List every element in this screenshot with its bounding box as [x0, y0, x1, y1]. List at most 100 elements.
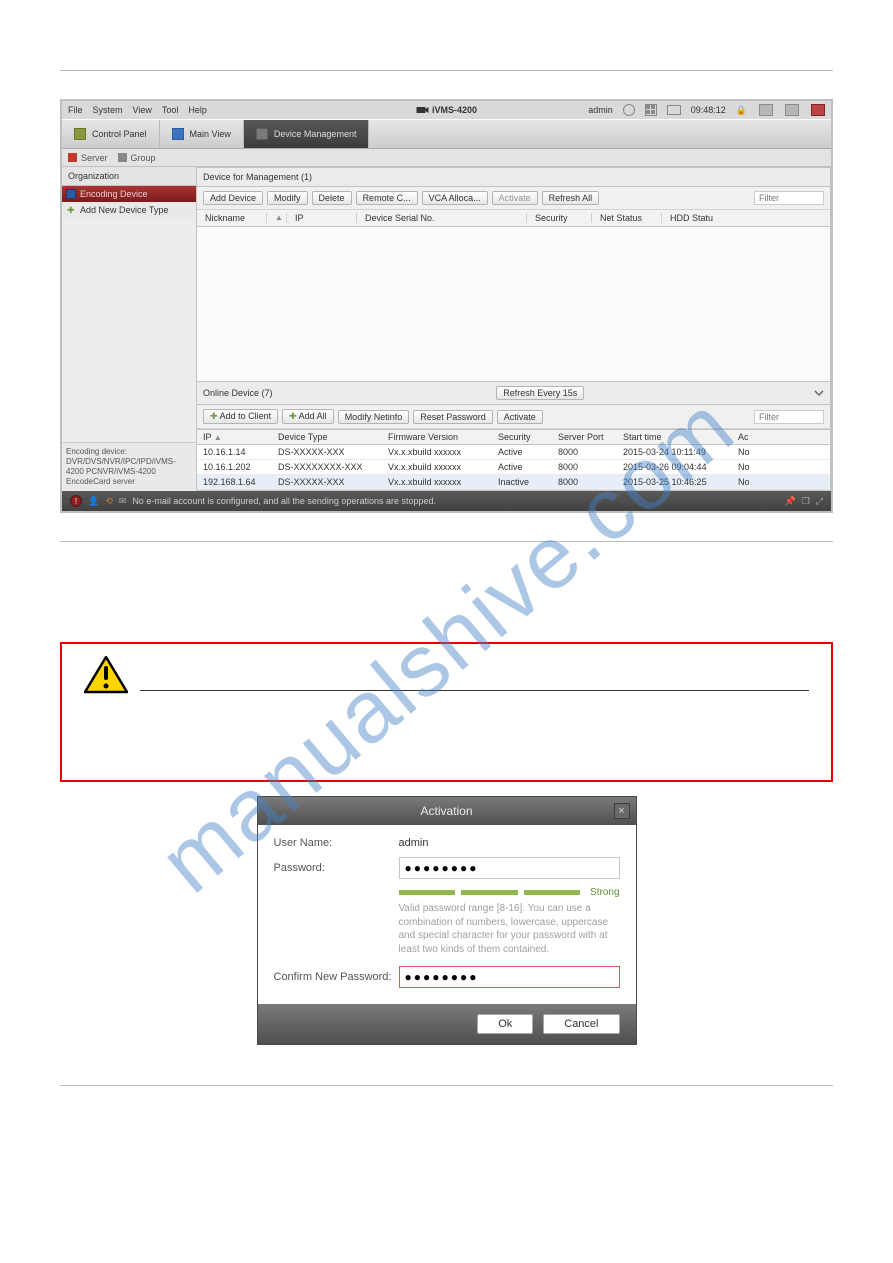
window-icon[interactable]: ❐ — [802, 496, 810, 507]
grid-icon[interactable] — [645, 104, 657, 116]
col-starttime[interactable]: Start time — [617, 430, 732, 445]
cancel-button[interactable]: Cancel — [543, 1014, 619, 1034]
password-input[interactable] — [399, 857, 620, 879]
strength-bar-1 — [399, 890, 456, 895]
sidebar-item-add-new-type[interactable]: ✚ Add New Device Type — [62, 202, 196, 218]
reset-password-button[interactable]: Reset Password — [413, 410, 493, 424]
cell-fw: Vx.x.xbuild xxxxxx — [382, 475, 492, 490]
cell-start: 2015-03-26 09:04:44 — [617, 460, 732, 475]
filter-input-top[interactable] — [754, 191, 824, 205]
refresh-15s-button[interactable]: Refresh Every 15s — [496, 386, 584, 400]
col-hddstatus[interactable]: HDD Statu — [662, 213, 830, 223]
control-panel-icon — [74, 128, 86, 140]
col-ip[interactable]: IP — [287, 213, 357, 223]
pin-icon[interactable]: 📌 — [785, 496, 796, 507]
remote-config-button[interactable]: Remote C... — [356, 191, 418, 205]
menu-view[interactable]: View — [133, 105, 152, 115]
ok-button[interactable]: Ok — [477, 1014, 533, 1034]
delete-button[interactable]: Delete — [312, 191, 352, 205]
collapse-icon[interactable] — [814, 388, 824, 398]
close-button[interactable]: × — [614, 803, 630, 819]
lock-icon[interactable]: 🔒 — [736, 105, 747, 116]
activation-footer: Ok Cancel — [258, 1004, 636, 1044]
subtab-server[interactable]: Server — [68, 153, 108, 163]
bottom-rule — [60, 1085, 833, 1086]
activate-button-top[interactable]: Activate — [492, 191, 538, 205]
cell-ac: No — [732, 445, 830, 460]
table-row[interactable]: 10.16.1.202 DS-XXXXXXXX-XXX Vx.x.xbuild … — [197, 460, 830, 475]
mail-icon[interactable]: ✉ — [119, 496, 127, 507]
human-icon[interactable]: 👤 — [88, 496, 99, 507]
col-serverport[interactable]: Server Port — [552, 430, 617, 445]
keyboard-icon[interactable] — [667, 105, 681, 115]
management-toolbar: Add Device Modify Delete Remote C... VCA… — [197, 187, 830, 210]
subtab-group[interactable]: Group — [118, 153, 156, 163]
strength-bar-2 — [461, 890, 518, 895]
online-heading-row: Online Device (7) Refresh Every 15s — [197, 382, 830, 405]
server-icon — [68, 153, 77, 162]
col-security[interactable]: Security — [492, 430, 552, 445]
body: Organization Encoding Device ✚ Add New D… — [62, 167, 831, 491]
cell-dtype: DS-XXXXX-XXX — [272, 445, 382, 460]
password-label: Password: — [274, 862, 399, 874]
menu-tool[interactable]: Tool — [162, 105, 179, 115]
expand-icon[interactable]: ⤢ — [816, 496, 823, 507]
add-device-button[interactable]: Add Device — [203, 191, 263, 205]
password-strength: Strong — [399, 887, 620, 898]
modify-netinfo-button[interactable]: Modify Netinfo — [338, 410, 410, 424]
username-row: User Name: admin — [274, 837, 620, 849]
cell-sec: Inactive — [492, 475, 552, 490]
camera-icon — [416, 105, 428, 115]
col-security[interactable]: Security — [527, 213, 592, 223]
motion-icon[interactable]: ⟲ — [105, 496, 113, 507]
plus-icon: ✚ — [289, 411, 297, 421]
cell-fw: Vx.x.xbuild xxxxxx — [382, 445, 492, 460]
cell-start: 2015-03-25 10:46:25 — [617, 475, 732, 490]
col-devicetype[interactable]: Device Type — [272, 430, 382, 445]
menu-system[interactable]: System — [93, 105, 123, 115]
strength-bar-3 — [524, 890, 581, 895]
window-close-button[interactable] — [811, 104, 825, 116]
plus-icon: ✚ — [210, 411, 218, 421]
maximize-button[interactable] — [785, 104, 799, 116]
tab-main-view[interactable]: Main View — [160, 120, 244, 148]
col-ip[interactable]: IP ▲ — [197, 430, 272, 445]
table-row[interactable]: 192.168.1.64 DS-XXXXX-XXX Vx.x.xbuild xx… — [197, 475, 830, 490]
vca-alloc-button[interactable]: VCA Alloca... — [422, 191, 488, 205]
modify-button[interactable]: Modify — [267, 191, 308, 205]
add-to-client-button[interactable]: ✚ Add to Client — [203, 409, 278, 424]
strength-label: Strong — [590, 887, 619, 898]
table-row[interactable]: 10.16.1.14 DS-XXXXX-XXX Vx.x.xbuild xxxx… — [197, 445, 830, 460]
cell-fw: Vx.x.xbuild xxxxxx — [382, 460, 492, 475]
confirm-password-input[interactable] — [399, 966, 620, 988]
status-text: No e-mail account is configured, and all… — [132, 496, 436, 506]
col-serial[interactable]: Device Serial No. — [357, 213, 527, 223]
activate-button-bottom[interactable]: Activate — [497, 410, 543, 424]
col-nickname[interactable]: Nickname — [197, 213, 267, 223]
minimize-button[interactable] — [759, 104, 773, 116]
main-view-icon — [172, 128, 184, 140]
col-firmware[interactable]: Firmware Version — [382, 430, 492, 445]
col-ac[interactable]: Ac — [732, 430, 830, 445]
cell-ac: No — [732, 460, 830, 475]
menu-file[interactable]: File — [68, 105, 83, 115]
sidebar-item-encoding-device[interactable]: Encoding Device — [62, 186, 196, 202]
sort-arrow-icon[interactable]: ▲ — [267, 213, 287, 223]
add-all-button[interactable]: ✚ Add All — [282, 409, 334, 424]
organization-heading: Organization — [62, 167, 196, 186]
encoding-device-description: Encoding device: DVR/DVS/NVR/IPC/IPD/iVM… — [62, 442, 196, 491]
refresh-all-button[interactable]: Refresh All — [542, 191, 600, 205]
alert-icon[interactable]: ! — [70, 495, 82, 507]
cell-ip: 192.168.1.64 — [197, 475, 272, 490]
globe-icon[interactable] — [623, 104, 635, 116]
menubar: File System View Tool Help iVMS-4200 adm… — [62, 101, 831, 119]
tab-control-panel[interactable]: Control Panel — [62, 120, 160, 148]
tab-device-management[interactable]: Device Management — [244, 120, 370, 148]
activation-title-text: Activation — [420, 804, 472, 818]
menu-help[interactable]: Help — [188, 105, 207, 115]
statusbar: ! 👤 ⟲ ✉ No e-mail account is configured,… — [62, 491, 831, 511]
main-tabs: Control Panel Main View Device Managemen… — [62, 119, 831, 149]
cell-sec: Active — [492, 445, 552, 460]
filter-input-bottom[interactable] — [754, 410, 824, 424]
col-netstatus[interactable]: Net Status — [592, 213, 662, 223]
